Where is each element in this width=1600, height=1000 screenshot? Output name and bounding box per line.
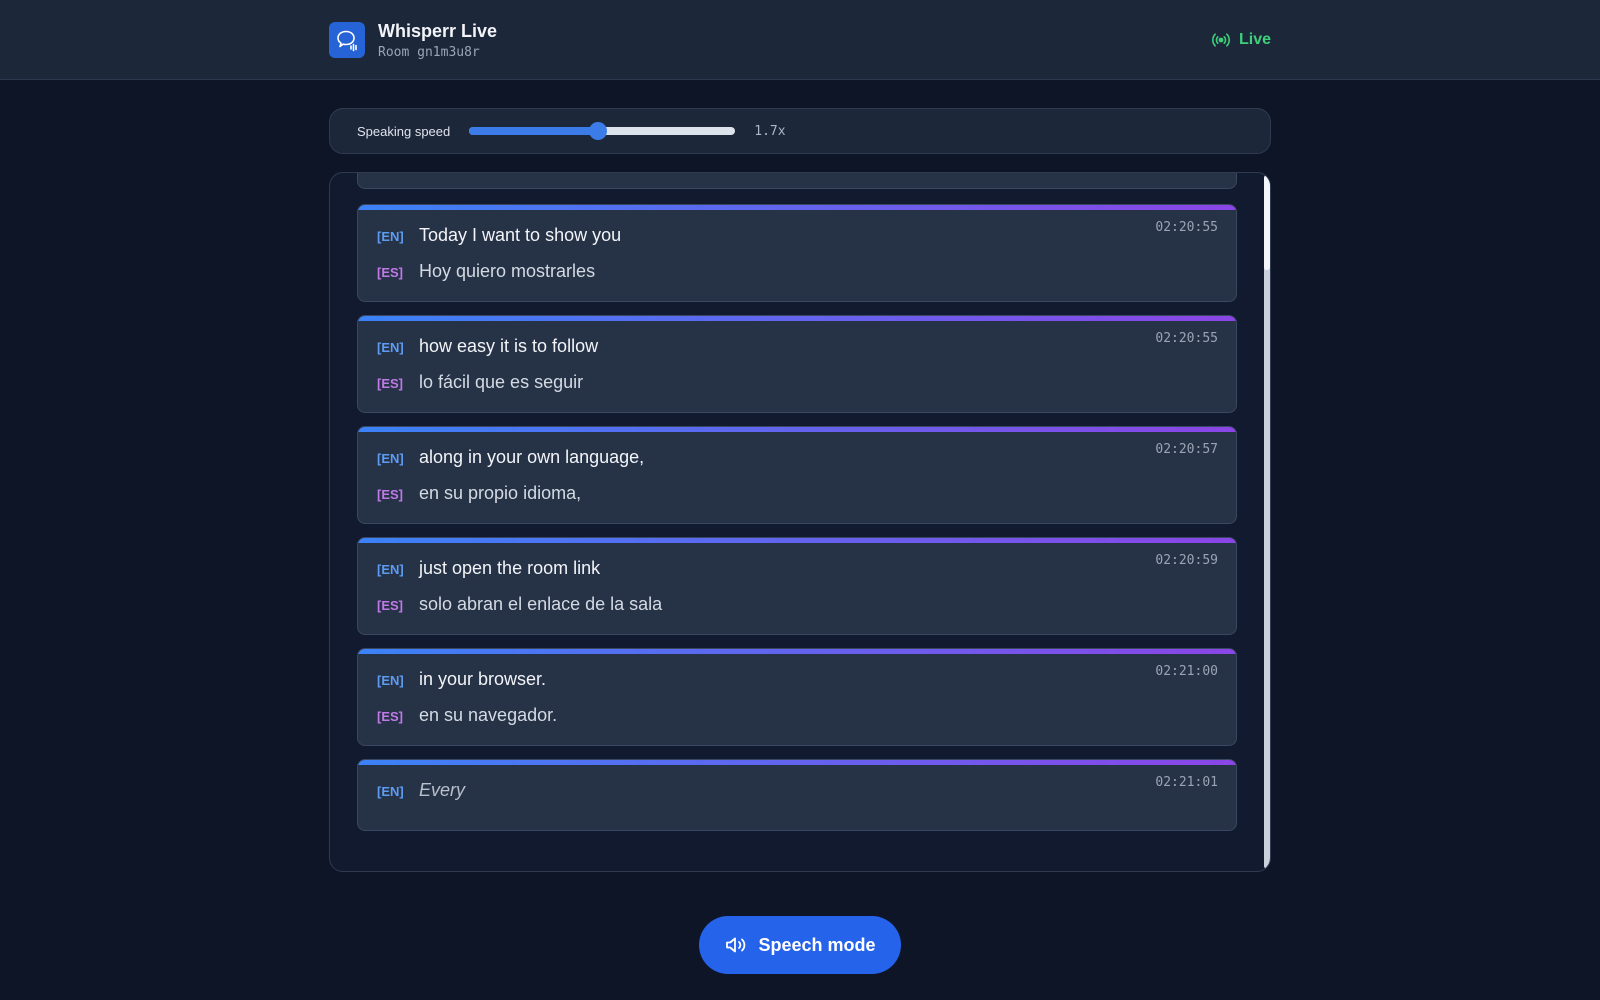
brand-text: Whisperr Live Room gn1m3u8r (378, 20, 497, 60)
card-accent-bar (358, 649, 1236, 654)
scrollbar-thumb[interactable] (1264, 175, 1270, 270)
entry-timestamp: 02:20:59 (1155, 553, 1218, 568)
spanish-tag: [ES] (377, 265, 403, 280)
spanish-text: en su propio idioma, (419, 483, 582, 503)
live-label: Live (1238, 31, 1271, 48)
english-text: Every (419, 780, 466, 800)
english-line: [EN] Today I want to show you (377, 225, 621, 246)
spanish-line: [ES] Hoy quiero mostrarles (377, 261, 595, 282)
spanish-tag: [ES] (377, 598, 403, 613)
live-status: Live (1211, 31, 1271, 49)
transcript-scrollbar[interactable] (1264, 175, 1270, 869)
spanish-tag: [ES] (377, 376, 403, 391)
header-content: Whisperr Live Room gn1m3u8r Live (329, 0, 1271, 80)
entry-timestamp: 02:20:55 (1155, 220, 1218, 235)
transcript-card: 02:21:01 [EN] Every (357, 759, 1237, 831)
english-line: [EN] along in your own language, (377, 447, 644, 468)
transcript-card: 02:20:57 [EN] along in your own language,[… (357, 426, 1237, 524)
english-text: how easy it is to follow (419, 336, 599, 356)
english-line: [EN] just open the room link (377, 558, 600, 579)
english-tag: [EN] (377, 562, 404, 577)
card-accent-bar (358, 538, 1236, 543)
transcript-card: 02:20:59 [EN] just open the room link [ES] s… (357, 537, 1237, 635)
speech-mode-button[interactable]: Speech mode (699, 916, 901, 974)
entry-timestamp: 02:21:01 (1155, 775, 1218, 790)
spanish-text: en su navegador. (419, 705, 558, 725)
speed-control: Speaking speed 1.7x (329, 108, 1271, 154)
transcript-card: 02:21:00 [EN] in your browser. [ES] en su na… (357, 648, 1237, 746)
entry-timestamp: 02:21:00 (1155, 664, 1218, 679)
entry-timestamp: 02:20:57 (1155, 442, 1218, 457)
english-tag: [EN] (377, 229, 404, 244)
transcript-card: 02:20:55 [EN] Today I want to show you [ES]… (357, 204, 1237, 302)
english-tag: [EN] (377, 673, 404, 688)
spanish-tag: [ES] (377, 487, 403, 502)
spanish-text: solo abran el enlace de la sala (419, 594, 663, 614)
speed-slider-fill (469, 127, 599, 135)
transcript-card: 02:20:55 [EN] how easy it is to follow [ES]… (357, 315, 1237, 413)
card-accent-bar (358, 427, 1236, 432)
spanish-tag: [ES] (377, 709, 403, 724)
room-id: Room gn1m3u8r (378, 45, 480, 60)
spanish-text: Hoy quiero mostrarles (419, 261, 596, 281)
spanish-line: [ES] en su propio idioma, (377, 483, 581, 504)
speed-slider[interactable] (469, 122, 736, 140)
speed-slider-thumb[interactable] (589, 122, 608, 140)
english-line: [EN] how easy it is to follow (377, 336, 598, 357)
speed-label: Speaking speed (357, 123, 451, 139)
transcript-card-partial (357, 173, 1237, 189)
card-accent-bar (358, 205, 1236, 210)
english-text: Today I want to show you (419, 225, 622, 245)
broadcast-icon (1211, 33, 1230, 47)
card-accent-bar (358, 316, 1236, 321)
brand: Whisperr Live Room gn1m3u8r (329, 20, 497, 60)
spanish-line: [ES] lo fácil que es seguir (377, 372, 583, 393)
spanish-text: lo fácil que es seguir (419, 372, 584, 392)
spanish-line: [ES] en su navegador. (377, 705, 557, 726)
transcript-panel[interactable]: 02:20:55 [EN] Today I want to show you [ES]… (329, 172, 1271, 872)
speaker-icon (726, 937, 746, 953)
speech-mode-label: Speech mode (758, 934, 876, 955)
chat-bubble-soundwave-icon (329, 22, 365, 58)
english-text: in your browser. (419, 669, 547, 689)
app-header: Whisperr Live Room gn1m3u8r Live (0, 0, 1600, 80)
english-tag: [EN] (377, 451, 404, 466)
speed-value: 1.7x (754, 123, 786, 139)
english-tag: [EN] (377, 340, 404, 355)
card-accent-bar (358, 760, 1236, 765)
english-text: along in your own language, (419, 447, 645, 467)
english-line: [EN] in your browser. (377, 669, 546, 690)
app-title: Whisperr Live (378, 21, 498, 41)
english-line: [EN] Every (377, 780, 465, 801)
entry-timestamp: 02:20:55 (1155, 331, 1218, 346)
spanish-line: [ES] solo abran el enlace de la sala (377, 594, 662, 615)
english-tag: [EN] (377, 784, 404, 799)
english-text: just open the room link (419, 558, 601, 578)
